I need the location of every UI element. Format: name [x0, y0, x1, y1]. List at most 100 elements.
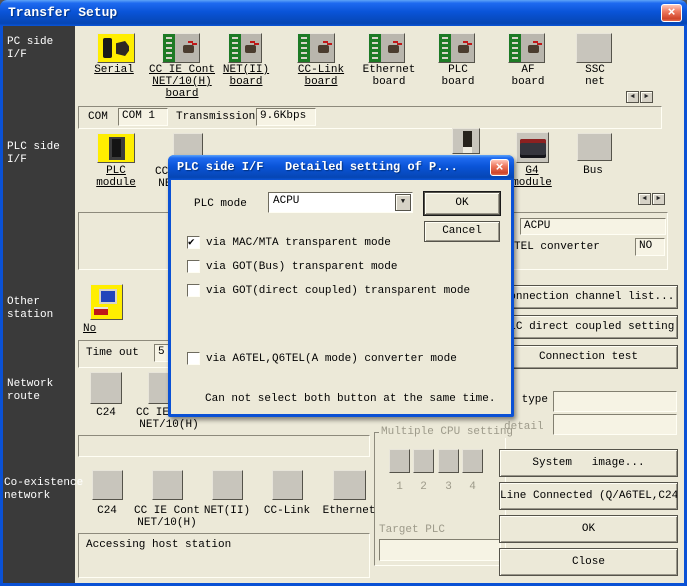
network-route-c24-icon[interactable]: [90, 372, 122, 404]
sidebar-label-other-station: Other station: [7, 296, 53, 322]
scroll-right-icon: ►: [644, 93, 648, 101]
transfer-setup-window: Transfer Setup × PC side I/F PLC side I/…: [0, 0, 687, 586]
chevron-down-icon: ▼: [401, 198, 405, 206]
plc-if-g4-module-label[interactable]: G4 module: [512, 165, 552, 189]
pc-if-ccie-board-icon[interactable]: [162, 33, 200, 63]
coexistence-ccie-label[interactable]: CC IE Cont NET/10(H): [134, 505, 200, 529]
coexistence-cclink-label[interactable]: CC-Link: [264, 505, 310, 517]
coexistence-ccie-icon[interactable]: [152, 470, 183, 500]
connection-test-button[interactable]: Connection test: [499, 345, 678, 369]
pc-if-serial-label[interactable]: Serial: [94, 64, 134, 76]
line-connected-button[interactable]: Line Connected (Q/A6TEL,C24)...: [499, 482, 678, 510]
other-station-no-icon[interactable]: [90, 284, 123, 320]
close-icon: ×: [668, 5, 676, 20]
transmission-label: Transmission: [176, 111, 255, 123]
plc-if-plc-module-label[interactable]: PLC module: [96, 165, 136, 189]
network-route-c24-label[interactable]: C24: [96, 407, 116, 419]
sidebar-label-pc-side: PC side I/F: [7, 36, 53, 62]
window-title: Transfer Setup: [8, 0, 117, 25]
coexistence-cclink-icon[interactable]: [272, 470, 303, 500]
system-image-button[interactable]: System image...: [499, 449, 678, 477]
checkbox-got-direct-coupled-transparent-label[interactable]: via GOT(direct coupled) transparent mode: [206, 285, 470, 297]
close-button[interactable]: Close: [499, 548, 678, 576]
scroll-left-icon: ◄: [630, 93, 634, 101]
other-station-no-label[interactable]: No: [83, 323, 96, 335]
multiple-cpu-title: Multiple CPU setting: [379, 426, 515, 438]
plc-mode-dropdown-button[interactable]: ▼: [395, 194, 411, 211]
pc-if-netii-board-icon[interactable]: [228, 33, 262, 63]
plc-direct-coupled-setting-button[interactable]: PLC direct coupled setting: [499, 315, 678, 339]
plc-if-g4-module-icon[interactable]: [516, 132, 549, 163]
plc-if-plc-module-icon[interactable]: [97, 133, 135, 163]
pc-if-af-board-label[interactable]: AF board: [511, 64, 544, 88]
multiple-cpu-slot-1-number: 1: [389, 481, 410, 493]
window-close-button[interactable]: ×: [661, 4, 682, 22]
checkbox-got-direct-coupled-transparent[interactable]: [187, 284, 200, 297]
window-titlebar[interactable]: Transfer Setup: [0, 0, 687, 26]
route-status-bar: [78, 435, 370, 457]
accessing-status-text: Accessing host station: [86, 539, 231, 551]
pc-if-plc-board-label[interactable]: PLC board: [441, 64, 474, 88]
transmission-speed-field[interactable]: 9.6Kbps: [256, 108, 316, 126]
ok-button[interactable]: OK: [499, 515, 678, 543]
plc-if-ethernet-module-icon[interactable]: [452, 128, 480, 154]
pc-if-ssc-net-icon[interactable]: [576, 33, 612, 63]
dialog-ok-button[interactable]: OK: [424, 192, 500, 215]
dialog-body: [171, 180, 511, 414]
tel-converter-label: TEL converter: [514, 241, 600, 253]
detail-label: detail: [504, 421, 544, 433]
multiple-cpu-slot-2: [413, 449, 434, 473]
pc-if-ethernet-board-icon[interactable]: [368, 33, 405, 63]
plc-mode-combobox[interactable]: ACPU ▼: [268, 192, 413, 213]
sidebar-label-coexistence: Co-existence network: [4, 477, 83, 503]
pc-if-scroll-right-button[interactable]: ►: [640, 91, 653, 103]
multiple-cpu-slot-4-number: 4: [462, 481, 483, 493]
plc-if-bus-icon[interactable]: [577, 133, 612, 161]
pc-if-af-board-icon[interactable]: [508, 33, 545, 63]
multiple-cpu-slot-2-number: 2: [413, 481, 434, 493]
plc-mode-label: PLC mode: [194, 198, 247, 210]
pc-if-serial-icon[interactable]: [97, 33, 135, 63]
plc-mode-value: ACPU: [273, 195, 299, 207]
coexistence-ethernet-icon[interactable]: [333, 470, 366, 500]
plc-type-field: ACPU: [520, 218, 666, 235]
pc-if-ccie-board-label[interactable]: CC IE Cont NET/10(H) board: [149, 64, 215, 100]
connection-channel-list-button[interactable]: Connection channel list...: [499, 285, 678, 309]
dialog-titlebar[interactable]: PLC side I/F Detailed setting of P...: [168, 155, 514, 180]
pc-if-cclink-board-label[interactable]: CC-Link board: [298, 64, 344, 88]
checkbox-got-bus-transparent[interactable]: [187, 260, 200, 273]
close-icon: ×: [496, 160, 504, 175]
plc-if-scroll-left-button[interactable]: ◄: [638, 193, 651, 205]
checkbox-mac-mta-transparent-label[interactable]: via MAC/MTA transparent mode: [206, 237, 391, 249]
scroll-left-icon: ◄: [642, 195, 646, 203]
pc-if-plc-board-icon[interactable]: [438, 33, 475, 63]
dialog-close-button[interactable]: ×: [490, 159, 509, 176]
coexistence-c24-label[interactable]: C24: [97, 505, 117, 517]
com-port-field[interactable]: COM 1: [118, 108, 168, 126]
plc-if-bus-label[interactable]: Bus: [583, 165, 603, 177]
pc-if-netii-board-label[interactable]: NET(II) board: [223, 64, 269, 88]
dialog-note-text: Can not select both button at the same t…: [205, 393, 495, 405]
coexistence-netii-icon[interactable]: [212, 470, 243, 500]
pc-if-cclink-board-icon[interactable]: [297, 33, 335, 63]
scroll-right-icon: ►: [656, 195, 660, 203]
tel-converter-field: NO: [635, 238, 665, 256]
checkbox-got-bus-transparent-label[interactable]: via GOT(Bus) transparent mode: [206, 261, 397, 273]
detail-field: [553, 414, 677, 435]
coexistence-c24-icon[interactable]: [92, 470, 123, 500]
coexistence-ethernet-label[interactable]: Ethernet: [323, 505, 376, 517]
dialog-cancel-button[interactable]: Cancel: [424, 221, 500, 242]
plc-if-scroll-right-button[interactable]: ►: [652, 193, 665, 205]
com-label: COM: [88, 111, 108, 123]
multiple-cpu-slot-4: [462, 449, 483, 473]
type-field: [553, 391, 677, 412]
checkbox-a6tel-q6tel-converter-label[interactable]: via A6TEL,Q6TEL(A mode) converter mode: [206, 353, 457, 365]
pc-if-ethernet-board-label[interactable]: Ethernet board: [363, 64, 416, 88]
coexistence-netii-label[interactable]: NET(II): [204, 505, 250, 517]
target-plc-label: Target PLC: [379, 524, 445, 536]
pc-if-ssc-net-label[interactable]: SSC net: [585, 64, 605, 88]
checkbox-mac-mta-transparent[interactable]: [187, 236, 200, 249]
checkbox-a6tel-q6tel-converter[interactable]: [187, 352, 200, 365]
pc-if-scroll-left-button[interactable]: ◄: [626, 91, 639, 103]
sidebar-label-plc-side: PLC side I/F: [7, 141, 60, 167]
